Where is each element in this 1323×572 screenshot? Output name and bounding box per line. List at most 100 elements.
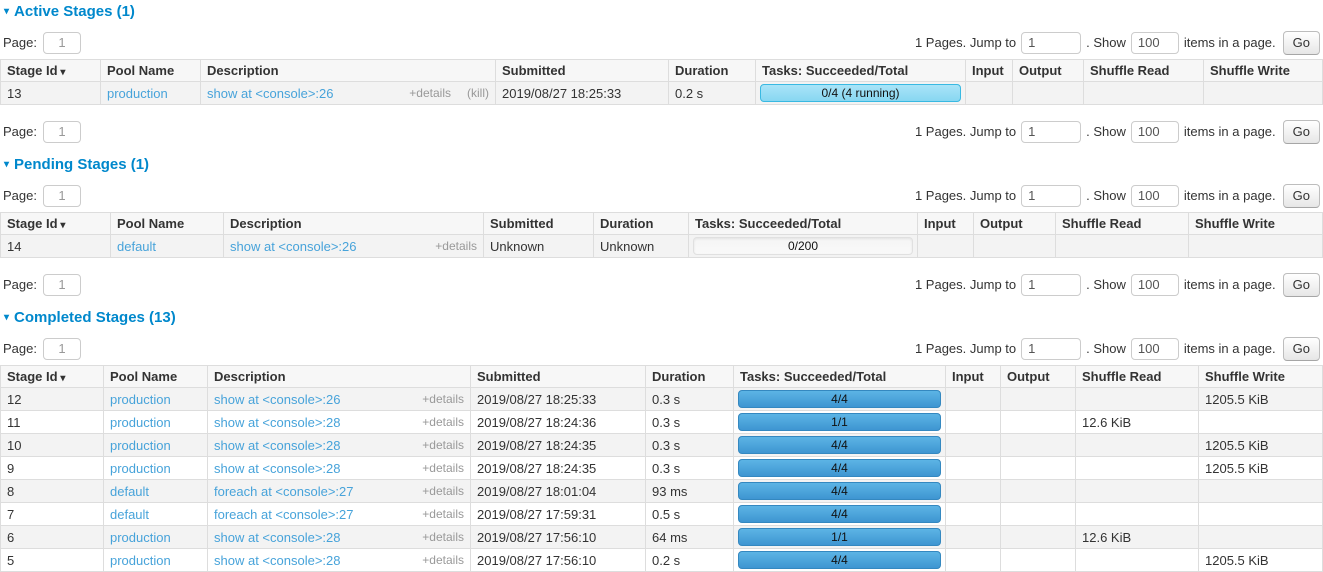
description-link[interactable]: show at <console>:26 xyxy=(230,239,419,254)
description-wrap: show at <console>:26 +details (kill) xyxy=(207,86,489,101)
jump-to-input[interactable] xyxy=(1021,185,1081,207)
description-link[interactable]: show at <console>:26 xyxy=(214,392,406,407)
pool-name-link[interactable]: default xyxy=(117,239,156,254)
pool-name-link[interactable]: production xyxy=(110,438,171,453)
output-cell xyxy=(1001,457,1076,480)
pool-name-link[interactable]: production xyxy=(110,461,171,476)
column-header-shuffle-read[interactable]: Shuffle Read xyxy=(1056,213,1189,235)
pool-name-link[interactable]: production xyxy=(107,86,168,101)
stage-row: 12productionshow at <console>:26+details… xyxy=(1,388,1323,411)
description-link[interactable]: show at <console>:26 xyxy=(207,86,393,101)
kill-link[interactable]: (kill) xyxy=(467,86,489,100)
details-toggle-link[interactable]: +details xyxy=(422,553,464,567)
column-header-shuffle-read[interactable]: Shuffle Read xyxy=(1084,60,1204,82)
column-header-input[interactable]: Input xyxy=(946,366,1001,388)
column-header-duration[interactable]: Duration xyxy=(669,60,756,82)
pool-name-link[interactable]: default xyxy=(110,507,149,522)
jump-to-input[interactable] xyxy=(1021,274,1081,296)
section-title-text: Pending Stages (1) xyxy=(14,156,149,173)
page-number-input[interactable] xyxy=(43,274,81,296)
page-number-input[interactable] xyxy=(43,121,81,143)
section-header-active-stages[interactable]: ▾ Active Stages (1) xyxy=(4,3,1323,20)
go-button[interactable]: Go xyxy=(1283,337,1320,361)
section-header-completed-stages[interactable]: ▾ Completed Stages (13) xyxy=(4,309,1323,326)
column-header-duration[interactable]: Duration xyxy=(646,366,734,388)
column-header-description[interactable]: Description xyxy=(201,60,496,82)
details-toggle-link[interactable]: +details xyxy=(422,438,464,452)
column-header-pool-name[interactable]: Pool Name xyxy=(111,213,224,235)
description-cell: foreach at <console>:27 +details xyxy=(208,503,471,526)
jump-to-input[interactable] xyxy=(1021,338,1081,360)
details-toggle-link[interactable]: +details xyxy=(422,484,464,498)
column-header-description[interactable]: Description xyxy=(208,366,471,388)
column-header-output[interactable]: Output xyxy=(1013,60,1084,82)
column-header-stage-id[interactable]: Stage Id ▾ xyxy=(1,213,111,235)
column-header-input[interactable]: Input xyxy=(918,213,974,235)
column-header-output[interactable]: Output xyxy=(974,213,1056,235)
details-toggle-link[interactable]: +details xyxy=(422,392,464,406)
column-header-stage-id[interactable]: Stage Id ▾ xyxy=(1,366,104,388)
description-link[interactable]: show at <console>:28 xyxy=(214,553,406,568)
pool-name-cell: production xyxy=(104,411,208,434)
go-button[interactable]: Go xyxy=(1283,184,1320,208)
page-number-input[interactable] xyxy=(43,185,81,207)
details-toggle-link[interactable]: +details xyxy=(422,507,464,521)
details-toggle-link[interactable]: +details xyxy=(422,415,464,429)
page-number-input[interactable] xyxy=(43,338,81,360)
pool-name-link[interactable]: production xyxy=(110,415,171,430)
task-progress-label: 4/4 xyxy=(739,552,940,568)
tasks-cell: 1/1 xyxy=(734,526,946,549)
pool-name-link[interactable]: default xyxy=(110,484,149,499)
pool-name-link[interactable]: production xyxy=(110,392,171,407)
description-link[interactable]: foreach at <console>:27 xyxy=(214,484,406,499)
column-header-pool-name[interactable]: Pool Name xyxy=(101,60,201,82)
collapse-arrow-icon: ▾ xyxy=(4,6,9,17)
details-toggle-link[interactable]: +details xyxy=(435,239,477,253)
description-link[interactable]: show at <console>:28 xyxy=(214,415,406,430)
go-button[interactable]: Go xyxy=(1283,120,1320,144)
column-header-submitted[interactable]: Submitted xyxy=(484,213,594,235)
shuffle-write-cell xyxy=(1199,411,1323,434)
column-header-stage-id[interactable]: Stage Id ▾ xyxy=(1,60,101,82)
description-wrap: show at <console>:28 +details xyxy=(214,415,464,430)
pool-name-link[interactable]: production xyxy=(110,530,171,545)
details-toggle-link[interactable]: +details xyxy=(422,530,464,544)
go-button[interactable]: Go xyxy=(1283,31,1320,55)
column-header-shuffle-write[interactable]: Shuffle Write xyxy=(1189,213,1323,235)
column-header-pool-name[interactable]: Pool Name xyxy=(104,366,208,388)
description-link[interactable]: show at <console>:28 xyxy=(214,438,406,453)
description-link[interactable]: show at <console>:28 xyxy=(214,461,406,476)
show-items-input[interactable] xyxy=(1131,274,1179,296)
jump-to-input[interactable] xyxy=(1021,32,1081,54)
show-text: . Show xyxy=(1086,35,1126,50)
details-toggle-link[interactable]: +details xyxy=(422,461,464,475)
go-button[interactable]: Go xyxy=(1283,273,1320,297)
show-items-input[interactable] xyxy=(1131,121,1179,143)
column-header-tasks-succeeded-total[interactable]: Tasks: Succeeded/Total xyxy=(756,60,966,82)
column-header-output[interactable]: Output xyxy=(1001,366,1076,388)
column-header-tasks-succeeded-total[interactable]: Tasks: Succeeded/Total xyxy=(689,213,918,235)
column-header-submitted[interactable]: Submitted xyxy=(471,366,646,388)
column-header-shuffle-write[interactable]: Shuffle Write xyxy=(1199,366,1323,388)
output-cell xyxy=(1001,549,1076,572)
column-header-input[interactable]: Input xyxy=(966,60,1013,82)
jump-to-input[interactable] xyxy=(1021,121,1081,143)
section-header-pending-stages[interactable]: ▾ Pending Stages (1) xyxy=(4,156,1323,173)
show-items-input[interactable] xyxy=(1131,338,1179,360)
column-header-description[interactable]: Description xyxy=(224,213,484,235)
task-progress-label: 0/200 xyxy=(694,238,912,254)
column-header-shuffle-read[interactable]: Shuffle Read xyxy=(1076,366,1199,388)
column-header-submitted[interactable]: Submitted xyxy=(496,60,669,82)
pool-name-cell: production xyxy=(104,457,208,480)
pool-name-link[interactable]: production xyxy=(110,553,171,568)
show-items-input[interactable] xyxy=(1131,185,1179,207)
column-header-shuffle-write[interactable]: Shuffle Write xyxy=(1204,60,1323,82)
description-link[interactable]: foreach at <console>:27 xyxy=(214,507,406,522)
show-items-input[interactable] xyxy=(1131,32,1179,54)
column-header-duration[interactable]: Duration xyxy=(594,213,689,235)
column-header-tasks-succeeded-total[interactable]: Tasks: Succeeded/Total xyxy=(734,366,946,388)
page-number-input[interactable] xyxy=(43,32,81,54)
description-link[interactable]: show at <console>:28 xyxy=(214,530,406,545)
items-per-page-text: items in a page. xyxy=(1184,124,1276,139)
details-toggle-link[interactable]: +details xyxy=(409,86,451,100)
